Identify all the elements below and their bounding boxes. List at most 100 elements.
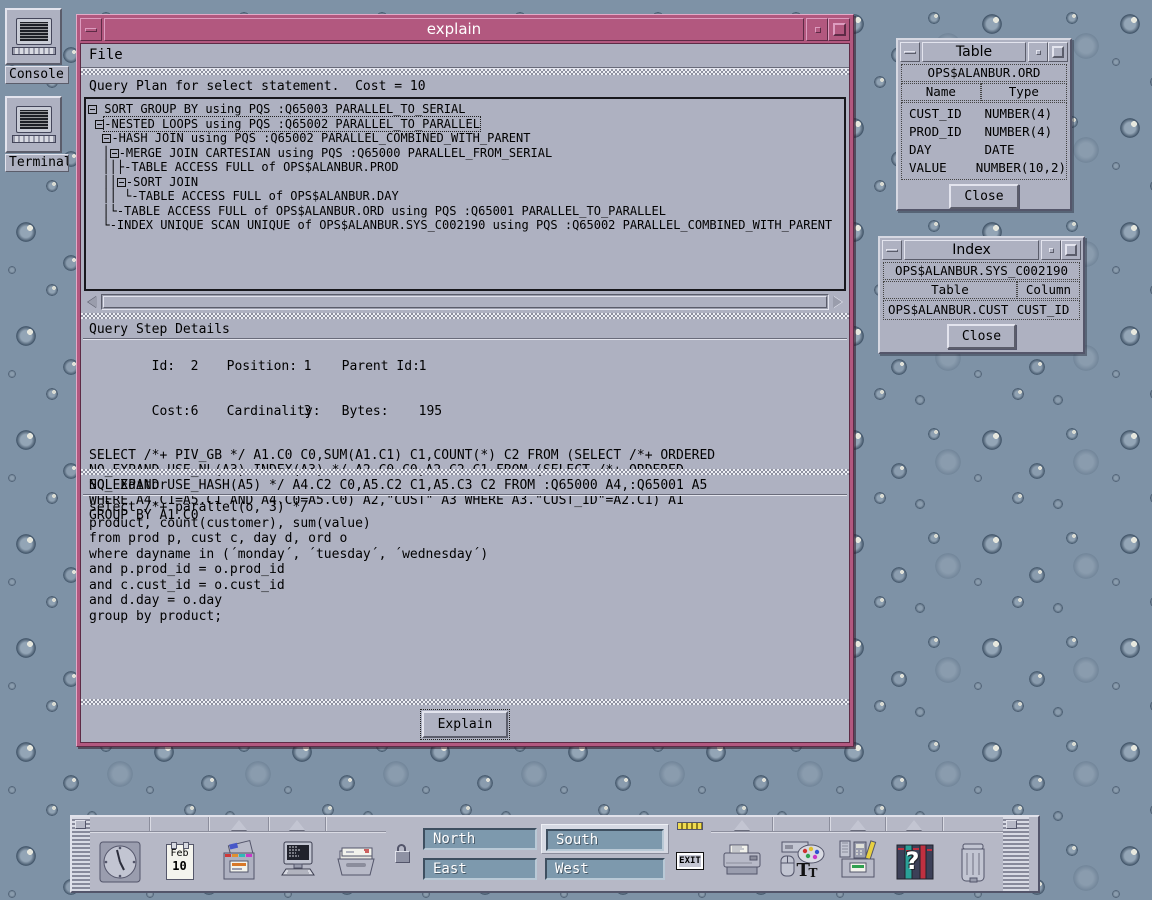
maximize-icon — [1052, 46, 1064, 58]
index-header-row: Table Column — [883, 281, 1080, 299]
plan-node[interactable]: │└-TABLE ACCESS FULL of OPS$ALANBUR.ORD … — [88, 204, 842, 219]
tree-collapse-icon[interactable] — [117, 178, 126, 187]
panel-handle-left[interactable] — [72, 817, 90, 891]
bytes-value: 195 — [419, 404, 442, 419]
panel-handle-right[interactable] — [1003, 817, 1029, 891]
terminal-icon[interactable] — [269, 839, 326, 885]
workspace-button-north[interactable]: North — [423, 828, 537, 850]
plan-node[interactable]: ││ └-TABLE ACCESS FULL of OPS$ALANBUR.DA… — [88, 189, 842, 204]
window-menu-button[interactable] — [900, 42, 920, 62]
file-manager-icon[interactable] — [209, 839, 269, 885]
panel-left-section: Feb 10 — [90, 817, 386, 891]
workspace-button-south[interactable]: South — [546, 829, 664, 851]
cost-value: 6 — [191, 404, 227, 419]
plan-node[interactable]: ││├-TABLE ACCESS FULL of OPS$ALANBUR.PRO… — [88, 160, 842, 175]
table-header-row: Name Type — [901, 83, 1067, 101]
pane-sash[interactable] — [81, 469, 849, 475]
desktop-icon-console[interactable]: Console — [5, 8, 71, 84]
scroll-left-icon[interactable] — [85, 294, 101, 310]
plan-node[interactable]: │-MERGE JOIN CARTESIAN using PQS :Q65000… — [88, 146, 842, 161]
desktop-icon-terminal[interactable]: Terminal — [5, 96, 71, 172]
table-object-name: OPS$ALANBUR.ORD — [901, 64, 1067, 82]
titlebar[interactable]: Table — [900, 42, 1068, 62]
id-label: Id: — [152, 359, 191, 374]
table-row[interactable]: PROD_IDNUMBER(4) — [902, 123, 1066, 141]
table-row[interactable]: OPS$ALANBUR.CUSTCUST_ID — [884, 301, 1079, 319]
tree-collapse-icon[interactable] — [110, 149, 119, 158]
desktop-icon-label[interactable]: Console — [5, 66, 69, 84]
subpanel-arrow-icon[interactable] — [734, 820, 750, 830]
panel-minimize-button[interactable] — [75, 820, 86, 829]
minimize-icon — [1036, 50, 1041, 55]
maximize-icon — [1065, 244, 1077, 256]
minimize-button[interactable] — [806, 18, 828, 41]
minimize-button[interactable] — [1028, 42, 1048, 62]
panel-menu-button[interactable] — [1006, 820, 1017, 829]
console-icon[interactable] — [5, 8, 62, 65]
menu-file[interactable]: File — [89, 47, 123, 63]
minimize-icon — [815, 27, 821, 33]
plan-node[interactable]: -NESTED LOOPS using PQS :Q65002 PARALLEL… — [88, 117, 842, 132]
trash-icon[interactable] — [943, 839, 1003, 885]
subpanel-strip — [90, 817, 386, 832]
tree-collapse-icon[interactable] — [95, 120, 104, 129]
sql-editor-textarea[interactable]: select /*+ parallel(o, 3) */ product, co… — [81, 496, 849, 698]
query-step-details: Id:2Position:1Parent Id:1 Cost:6Cardinal… — [81, 340, 849, 468]
window-client: File Query Plan for select statement. Co… — [80, 43, 850, 743]
subpanel-arrow-icon[interactable] — [289, 820, 305, 830]
lock-icon[interactable] — [395, 844, 410, 864]
tree-collapse-icon[interactable] — [88, 105, 97, 114]
details-section-title: Query Step Details — [81, 320, 849, 338]
titlebar[interactable]: explain — [80, 18, 850, 41]
table-row[interactable]: VALUENUMBER(10,2) — [902, 159, 1066, 177]
subpanel-arrow-icon[interactable] — [906, 820, 922, 830]
plan-node[interactable]: -HASH JOIN using PQS :Q65002 PARALLEL_CO… — [88, 131, 842, 146]
application-manager-icon[interactable] — [830, 839, 886, 885]
terminal-icon[interactable] — [5, 96, 62, 153]
plan-node[interactable]: └-INDEX UNIQUE SCAN UNIQUE of OPS$ALANBU… — [88, 218, 842, 233]
index-object-name: OPS$ALANBUR.SYS_C002190 — [883, 262, 1080, 280]
mail-icon[interactable] — [326, 839, 386, 885]
calendar-icon[interactable]: Feb 10 — [150, 844, 209, 880]
help-icon[interactable]: ? — [886, 841, 943, 883]
subpanel-arrow-icon[interactable] — [850, 820, 866, 830]
close-button[interactable]: Close — [947, 324, 1016, 349]
table-row[interactable]: DAYDATE — [902, 141, 1066, 159]
pane-sash[interactable] — [81, 699, 849, 705]
printer-icon[interactable] — [711, 839, 773, 885]
button-row: Close — [882, 320, 1081, 352]
plan-header: Query Plan for select statement. Cost = … — [81, 76, 849, 96]
exit-button[interactable]: EXIT — [676, 852, 704, 870]
style-manager-icon[interactable]: T T — [773, 840, 830, 884]
maximize-button[interactable] — [828, 18, 850, 41]
front-panel: Feb 10 — [70, 815, 1040, 893]
horizontal-scrollbar[interactable] — [85, 294, 845, 310]
titlebar[interactable]: Index — [882, 240, 1081, 260]
desktop: { "colors": { "active_titlebar": "#b2587… — [0, 0, 1152, 900]
pane-sash[interactable] — [81, 313, 849, 319]
workspace-button-west[interactable]: West — [545, 858, 665, 880]
explain-button[interactable]: Explain — [422, 711, 509, 738]
pane-sash[interactable] — [81, 69, 849, 75]
tree-collapse-icon[interactable] — [102, 134, 111, 143]
close-button[interactable]: Close — [949, 184, 1018, 209]
scroll-right-icon[interactable] — [829, 294, 845, 310]
plan-node[interactable]: ││-SORT JOIN — [88, 175, 842, 190]
button-row: Close — [900, 180, 1068, 213]
position-value: 1 — [304, 359, 342, 374]
table-row[interactable]: CUST_IDNUMBER(4) — [902, 105, 1066, 123]
minimize-button[interactable] — [1041, 240, 1061, 260]
table-columns-list: CUST_IDNUMBER(4) PROD_IDNUMBER(4) DAYDAT… — [901, 102, 1067, 180]
maximize-button[interactable] — [1061, 240, 1081, 260]
window-menu-button[interactable] — [882, 240, 902, 260]
clock-icon[interactable] — [90, 839, 150, 885]
maximize-button[interactable] — [1048, 42, 1068, 62]
desktop-icon-label[interactable]: Terminal — [5, 154, 69, 172]
workspace-button-east[interactable]: East — [423, 858, 537, 880]
window-menu-button[interactable] — [80, 18, 102, 41]
subpanel-arrow-icon[interactable] — [231, 820, 247, 830]
scrollbar-thumb[interactable] — [103, 296, 827, 308]
column-header: Type — [981, 83, 1067, 101]
query-plan-tree: SORT GROUP BY using PQS :Q65003 PARALLEL… — [84, 97, 846, 291]
plan-node[interactable]: SORT GROUP BY using PQS :Q65003 PARALLEL… — [88, 102, 842, 117]
